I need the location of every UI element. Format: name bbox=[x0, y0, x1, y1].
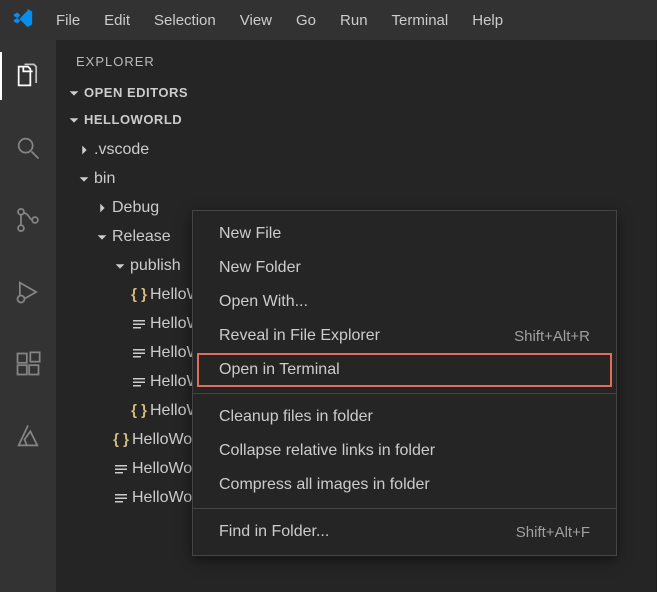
context-menu-item[interactable]: Reveal in File Explorer Shift+Alt+R bbox=[193, 319, 616, 353]
file-icon bbox=[128, 374, 150, 390]
context-menu-item[interactable]: Open in Terminal bbox=[197, 353, 612, 387]
menu-file[interactable]: File bbox=[46, 6, 90, 35]
menu-terminal[interactable]: Terminal bbox=[382, 6, 459, 35]
context-menu-item[interactable]: Open With... bbox=[193, 285, 616, 319]
activity-bar bbox=[0, 40, 56, 592]
menu-run[interactable]: Run bbox=[330, 6, 378, 35]
tree-item-label: bin bbox=[94, 170, 115, 188]
chevron-down-icon bbox=[74, 172, 94, 186]
context-menu-separator bbox=[193, 393, 616, 394]
context-menu: New File New Folder Open With... Reveal in … bbox=[192, 210, 617, 556]
chevron-down-icon bbox=[64, 86, 84, 100]
activity-extensions[interactable] bbox=[4, 340, 52, 388]
chevron-right-icon bbox=[74, 143, 94, 157]
context-menu-item-label: Compress all images in folder bbox=[219, 476, 430, 494]
menu-edit[interactable]: Edit bbox=[94, 6, 140, 35]
activity-search[interactable] bbox=[4, 124, 52, 172]
activity-azure[interactable] bbox=[4, 412, 52, 460]
context-menu-item-label: Reveal in File Explorer bbox=[219, 327, 380, 345]
folder-row[interactable]: bin bbox=[56, 164, 656, 193]
json-icon: { } bbox=[110, 431, 132, 448]
context-menu-item[interactable]: Find in Folder... Shift+Alt+F bbox=[193, 515, 616, 549]
vscode-logo-icon bbox=[12, 7, 34, 33]
title-bar: File Edit Selection View Go Run Terminal… bbox=[0, 0, 657, 40]
open-editors-section[interactable]: OPEN EDITORS bbox=[56, 79, 656, 106]
context-menu-item[interactable]: New Folder bbox=[193, 251, 616, 285]
chevron-down-icon bbox=[64, 113, 84, 127]
explorer-title: EXPLORER bbox=[56, 40, 656, 79]
context-menu-item[interactable]: Compress all images in folder bbox=[193, 468, 616, 502]
context-menu-item-label: New File bbox=[219, 225, 281, 243]
activity-run-debug[interactable] bbox=[4, 268, 52, 316]
chevron-down-icon bbox=[110, 259, 130, 273]
context-menu-separator bbox=[193, 508, 616, 509]
tree-item-label: .vscode bbox=[94, 141, 149, 159]
context-menu-shortcut: Shift+Alt+R bbox=[514, 328, 590, 345]
workspace-section[interactable]: HELLOWORLD bbox=[56, 106, 656, 133]
context-menu-item-label: Open in Terminal bbox=[219, 361, 340, 379]
tree-item-label: publish bbox=[130, 257, 181, 275]
tree-item-label: Release bbox=[112, 228, 171, 246]
context-menu-item-label: Open With... bbox=[219, 293, 308, 311]
activity-explorer[interactable] bbox=[4, 52, 52, 100]
menu-view[interactable]: View bbox=[230, 6, 282, 35]
file-icon bbox=[128, 316, 150, 332]
context-menu-item-label: New Folder bbox=[219, 259, 301, 277]
json-icon: { } bbox=[128, 402, 150, 419]
menu-go[interactable]: Go bbox=[286, 6, 326, 35]
tree-item-label: Debug bbox=[112, 199, 159, 217]
workspace-label: HELLOWORLD bbox=[84, 112, 182, 127]
file-icon bbox=[110, 461, 132, 477]
context-menu-item[interactable]: Collapse relative links in folder bbox=[193, 434, 616, 468]
context-menu-item-label: Collapse relative links in folder bbox=[219, 442, 435, 460]
menu-help[interactable]: Help bbox=[462, 6, 513, 35]
file-icon bbox=[110, 490, 132, 506]
context-menu-item-label: Find in Folder... bbox=[219, 523, 329, 541]
context-menu-item-label: Cleanup files in folder bbox=[219, 408, 373, 426]
chevron-right-icon bbox=[92, 201, 112, 215]
context-menu-item[interactable]: Cleanup files in folder bbox=[193, 400, 616, 434]
folder-row[interactable]: .vscode bbox=[56, 135, 656, 164]
json-icon: { } bbox=[128, 286, 150, 303]
activity-source-control[interactable] bbox=[4, 196, 52, 244]
chevron-down-icon bbox=[92, 230, 112, 244]
menu-selection[interactable]: Selection bbox=[144, 6, 226, 35]
file-icon bbox=[128, 345, 150, 361]
context-menu-item[interactable]: New File bbox=[193, 217, 616, 251]
open-editors-label: OPEN EDITORS bbox=[84, 85, 188, 100]
context-menu-shortcut: Shift+Alt+F bbox=[516, 524, 590, 541]
